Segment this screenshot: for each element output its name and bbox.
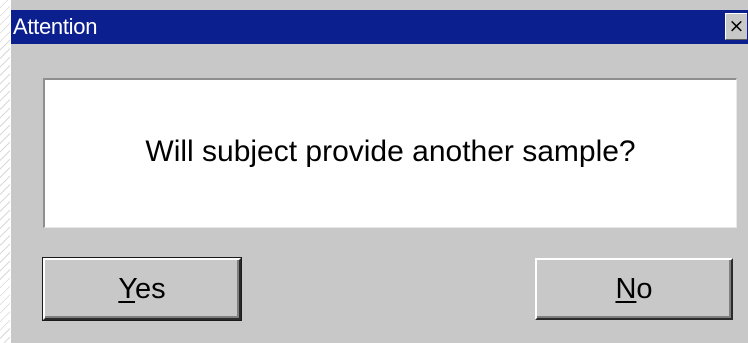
yes-label-rest: es <box>135 273 166 305</box>
title-bar[interactable]: Attention × <box>11 10 748 44</box>
message-panel: Will subject provide another sample? <box>43 78 737 228</box>
attention-dialog: Attention × Will subject provide another… <box>10 0 748 343</box>
no-mnemonic: N <box>615 273 637 305</box>
no-button[interactable]: No <box>535 258 733 320</box>
close-button[interactable]: × <box>725 13 747 40</box>
window-title: Attention <box>13 14 98 39</box>
message-text: Will subject provide another sample? <box>145 135 636 168</box>
yes-button[interactable]: Yes <box>42 257 242 321</box>
yes-mnemonic: Y <box>118 273 136 305</box>
close-icon: × <box>728 15 745 37</box>
no-label-rest: o <box>636 273 653 305</box>
